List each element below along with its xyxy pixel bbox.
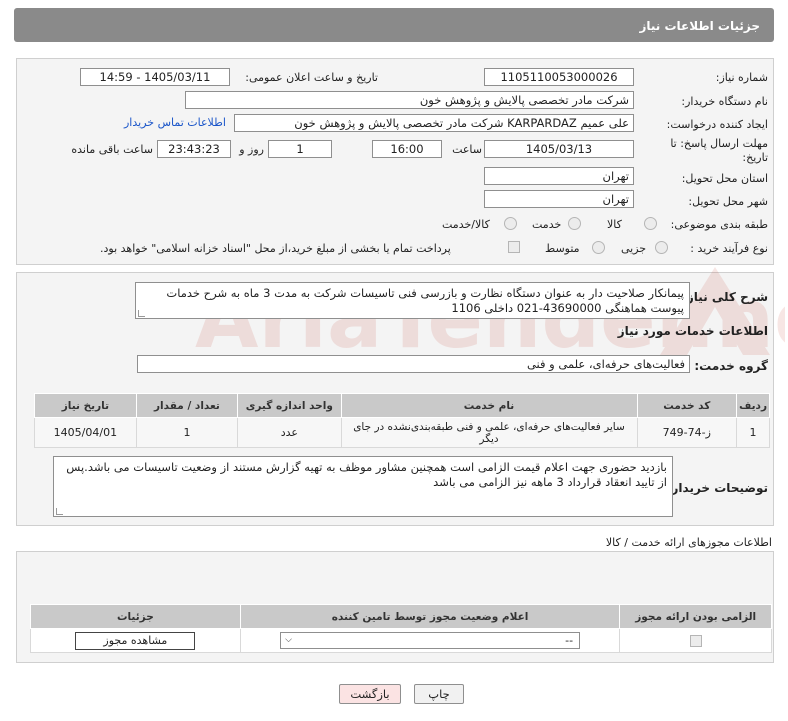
col-unit: واحد اندازه گیری — [237, 393, 342, 418]
resize-grip-icon[interactable] — [138, 310, 145, 317]
days-label: روز و — [239, 143, 264, 156]
creator-label: ایجاد کننده درخواست: — [666, 118, 768, 131]
province-label: استان محل تحویل: — [681, 172, 768, 185]
col-license-status: اعلام وضعیت مجوز توسط تامین کننده — [239, 604, 621, 629]
cell-quantity: 1 — [135, 417, 239, 448]
table-row: -- ⌵ مشاهده مجوز — [30, 628, 772, 653]
license-status-select[interactable]: -- ⌵ — [280, 632, 581, 649]
service-group-label: گروه خدمت: — [694, 359, 768, 373]
cell-service-code: ز-74-749 — [636, 417, 738, 448]
licenses-table-header: الزامی بودن ارائه مجوز اعلام وضعیت مجوز … — [30, 604, 772, 629]
buyer-org-label: نام دستگاه خریدار: — [681, 95, 768, 108]
cell-license-details: مشاهده مجوز — [30, 628, 241, 653]
creator-field: علی عمیم KARPARDAZ شرکت مادر تخصصی پالای… — [234, 114, 634, 132]
category-radio-service[interactable] — [568, 217, 581, 230]
deadline-label: مهلت ارسال پاسخ: تا — [670, 137, 768, 150]
summary-text: پیمانکار صلاحیت دار به عنوان دستگاه نظار… — [166, 286, 684, 315]
licenses-heading: اطلاعات مجوزهای ارائه خدمت / کالا — [605, 536, 772, 549]
process-radio-medium[interactable] — [592, 241, 605, 254]
view-license-button[interactable]: مشاهده مجوز — [75, 631, 196, 650]
need-info-panel — [16, 58, 774, 265]
services-table: ردیف کد خدمت نام خدمت واحد اندازه گیری ت… — [34, 393, 770, 448]
buyer-notes-textarea[interactable]: بازدید حضوری جهت اعلام قیمت الزامی است ه… — [53, 456, 673, 517]
category-radio-goods[interactable] — [644, 217, 657, 230]
deadline-date-field: 1405/03/13 — [484, 140, 634, 158]
col-row: ردیف — [736, 393, 770, 418]
deadline-time-label: ساعت — [452, 143, 482, 156]
services-table-header: ردیف کد خدمت نام خدمت واحد اندازه گیری ت… — [34, 393, 770, 418]
chevron-down-icon: ⌵ — [285, 635, 292, 645]
summary-label: شرح کلی نیاز: — [682, 290, 768, 304]
cell-row: 1 — [736, 417, 770, 448]
province-field: تهران — [484, 167, 634, 185]
buyer-contact-link[interactable]: اطلاعات تماس خریدار — [124, 116, 226, 129]
category-option-goods-service: کالا/خدمت — [442, 218, 490, 231]
need-number-field: 1105110053000026 — [484, 68, 634, 86]
process-option-medium: متوسط — [545, 242, 580, 255]
remaining-time-field: 23:43:23 — [157, 140, 231, 158]
license-status-value: -- — [565, 634, 574, 647]
need-number-label: شماره نیاز: — [715, 71, 768, 84]
cell-service-name: سایر فعالیت‌های حرفه‌ای، علمی و فنی طبقه… — [340, 417, 638, 448]
back-button[interactable]: بازگشت — [339, 684, 401, 704]
cell-unit: عدد — [237, 417, 342, 448]
col-service-name: نام خدمت — [340, 393, 638, 418]
process-radio-minor[interactable] — [655, 241, 668, 254]
col-license-details: جزئیات — [30, 604, 241, 629]
category-option-service: خدمت — [532, 218, 562, 231]
cell-license-status: -- ⌵ — [239, 628, 621, 653]
treasury-payment-note: پرداخت تمام یا بخشی از مبلغ خرید،از محل … — [100, 242, 451, 255]
licenses-table: الزامی بودن ارائه مجوز اعلام وضعیت مجوز … — [30, 604, 772, 653]
page-header: جزئیات اطلاعات نیاز — [14, 8, 774, 42]
city-field: تهران — [484, 190, 634, 208]
announce-date-label: تاریخ و ساعت اعلان عمومی: — [245, 71, 378, 84]
service-group-field: فعالیت‌های حرفه‌ای، علمی و فنی — [137, 355, 690, 373]
days-field: 1 — [268, 140, 332, 158]
announce-date-field: 1405/03/11 - 14:59 — [80, 68, 230, 86]
resize-grip-icon[interactable] — [56, 508, 63, 515]
category-label: طبقه بندی موضوعی: — [670, 218, 768, 231]
category-radio-goods-service[interactable] — [504, 217, 517, 230]
col-service-code: کد خدمت — [636, 393, 738, 418]
city-label: شهر محل تحویل: — [688, 195, 768, 208]
col-need-date: تاریخ نیاز — [34, 393, 137, 418]
page-title: جزئیات اطلاعات نیاز — [639, 19, 760, 33]
process-option-minor: جزیی — [621, 242, 647, 255]
category-option-goods: کالا — [607, 218, 622, 231]
cell-need-date: 1405/04/01 — [34, 417, 137, 448]
remaining-time-label: ساعت باقی مانده — [71, 143, 153, 156]
buyer-notes-text: بازدید حضوری جهت اعلام قیمت الزامی است ه… — [66, 460, 667, 489]
deadline-date-label: تاریخ: — [742, 151, 768, 164]
table-row: 1 ز-74-749 سایر فعالیت‌های حرفه‌ای، علمی… — [34, 417, 770, 448]
col-quantity: تعداد / مقدار — [135, 393, 239, 418]
print-button[interactable]: چاپ — [414, 684, 464, 704]
license-required-checkbox[interactable] — [689, 635, 702, 647]
services-heading: اطلاعات خدمات مورد نیاز — [617, 324, 768, 338]
summary-textarea[interactable]: پیمانکار صلاحیت دار به عنوان دستگاه نظار… — [135, 282, 690, 319]
buyer-notes-label: توضیحات خریدار: — [666, 481, 768, 495]
col-license-required: الزامی بودن ارائه مجوز — [619, 604, 772, 629]
buyer-org-field: شرکت مادر تخصصی پالایش و پژوهش خون — [185, 91, 634, 109]
process-type-label: نوع فرآیند خرید : — [690, 242, 768, 255]
cell-license-required — [619, 628, 772, 653]
treasury-payment-checkbox[interactable] — [508, 241, 520, 253]
deadline-time-field: 16:00 — [372, 140, 442, 158]
